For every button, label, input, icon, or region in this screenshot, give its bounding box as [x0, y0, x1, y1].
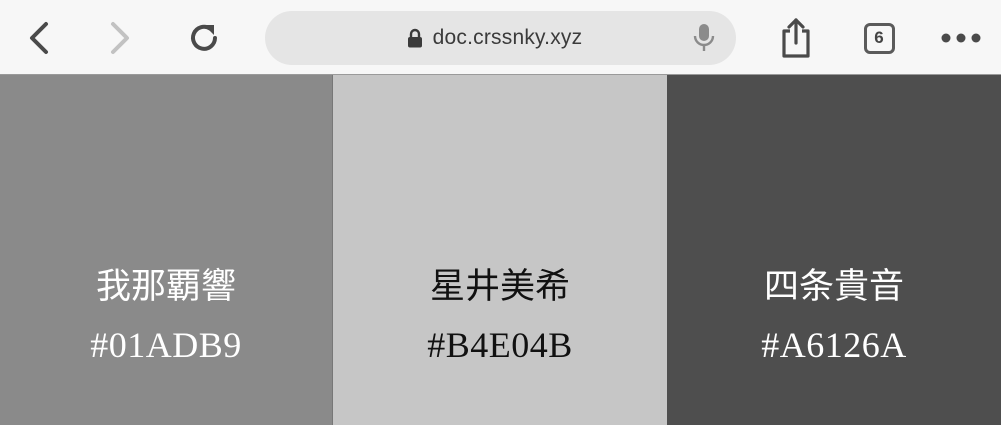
tabs-icon: 6 [863, 22, 895, 54]
chevron-left-icon [30, 22, 48, 54]
browser-toolbar: doc.crssnky.xyz 6 [0, 0, 1001, 75]
color-panels: 我那覇響 #01ADB9 星井美希 #B4E04B 四条貴音 #A6126A [0, 75, 1001, 425]
idol-name: 星井美希 [429, 267, 570, 307]
back-button[interactable] [15, 12, 63, 64]
more-dots-icon [941, 33, 981, 43]
share-icon [782, 18, 810, 58]
color-code: #B4E04B [427, 325, 573, 365]
microphone-icon [693, 24, 715, 51]
color-panel[interactable]: 星井美希 #B4E04B [333, 75, 667, 425]
chevron-right-icon [111, 22, 129, 54]
idol-name: 四条貴音 [763, 267, 904, 307]
reload-button[interactable] [180, 12, 228, 64]
url-text: doc.crssnky.xyz [432, 26, 583, 49]
idol-name: 我那覇響 [95, 267, 236, 307]
forward-button[interactable] [96, 12, 144, 64]
share-button[interactable] [772, 12, 820, 64]
color-panel[interactable]: 我那覇響 #01ADB9 [0, 75, 332, 425]
tabs-button[interactable]: 6 [855, 12, 903, 64]
color-code: #01ADB9 [90, 325, 242, 365]
reload-icon [191, 24, 217, 51]
address-bar[interactable]: doc.crssnky.xyz [265, 11, 736, 65]
color-panel[interactable]: 四条貴音 #A6126A [667, 75, 1001, 425]
color-code: #A6126A [761, 325, 907, 365]
more-button[interactable] [937, 12, 985, 64]
microphone-button[interactable] [692, 23, 716, 53]
tab-count: 6 [874, 28, 884, 47]
lock-icon [407, 28, 422, 48]
